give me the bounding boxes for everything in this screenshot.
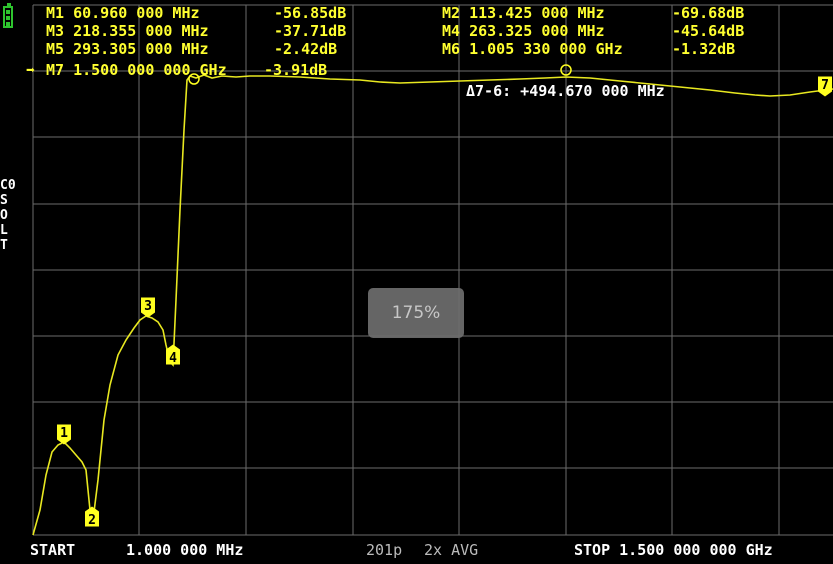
marker-7-label: M7 1.500 000 000 GHz bbox=[46, 61, 227, 79]
footer-averaging[interactable]: 2x AVG bbox=[424, 541, 478, 559]
plot-grid bbox=[32, 4, 833, 536]
vna-screen: C0 S O L T 12347 M1 60.960 000 MHz -56.8… bbox=[0, 0, 833, 564]
footer-start-frequency[interactable]: 1.000 000 MHz bbox=[126, 541, 243, 559]
delta-readout: Δ7-6: +494.670 000 MHz bbox=[466, 82, 665, 100]
marker-tag-text: 3 bbox=[144, 299, 152, 314]
marker-2-label: M2 113.425 000 MHz bbox=[442, 4, 605, 22]
marker-tag-text: 2 bbox=[88, 513, 96, 528]
active-marker-arrow-icon: ➡ bbox=[26, 61, 36, 79]
footer-points[interactable]: 201p bbox=[366, 541, 402, 559]
footer-start[interactable]: START bbox=[30, 541, 75, 559]
marker-6-label: M6 1.005 330 000 GHz bbox=[442, 40, 623, 58]
marker-5-label: M5 293.305 000 MHz bbox=[46, 40, 209, 58]
marker-tag-1: 1 bbox=[57, 424, 71, 445]
marker-7-value: -3.91dB bbox=[264, 61, 328, 79]
zoom-overlay: 175% bbox=[368, 288, 464, 338]
marker-tag-text: 4 bbox=[169, 351, 177, 366]
marker-tag-text: 1 bbox=[60, 426, 68, 441]
marker-1-label: M1 60.960 000 MHz bbox=[46, 4, 200, 22]
marker-3-value: -37.71dB bbox=[274, 22, 347, 40]
marker-6-value: -1.32dB bbox=[672, 40, 736, 58]
marker-tag-4: 4 bbox=[166, 344, 180, 366]
marker-4-value: -45.64dB bbox=[672, 22, 745, 40]
marker-4-label: M4 263.325 000 MHz bbox=[442, 22, 605, 40]
marker-2-value: -69.68dB bbox=[672, 4, 745, 22]
marker-tag-3: 3 bbox=[141, 297, 155, 318]
marker-tag-7: 7 bbox=[818, 76, 832, 97]
marker-3-label: M3 218.355 000 MHz bbox=[46, 22, 209, 40]
marker-1-value: -56.85dB bbox=[274, 4, 347, 22]
marker-5-value: -2.42dB bbox=[274, 40, 338, 58]
footer-stop-frequency[interactable]: STOP 1.500 000 000 GHz bbox=[574, 541, 773, 559]
marker-tag-text: 7 bbox=[821, 78, 829, 93]
trace-plot[interactable]: 1 2 3 4 7 bbox=[0, 0, 833, 564]
marker-tag-2: 2 bbox=[85, 506, 99, 528]
